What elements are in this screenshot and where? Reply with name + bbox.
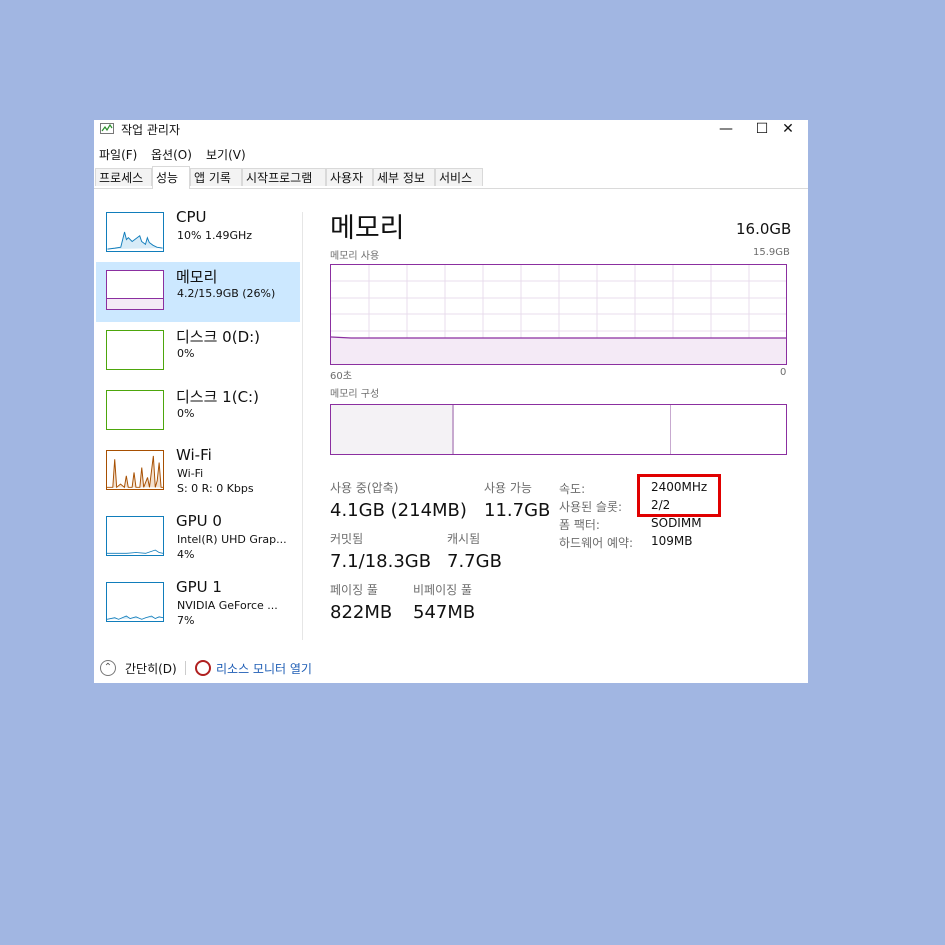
tab-bar: 프로세스 성능 앱 기록 시작프로그램 사용자 세부 정보 서비스: [94, 166, 808, 189]
window-title: 작업 관리자: [121, 123, 181, 137]
composition-modified: [453, 405, 454, 454]
sidebar-wifi-adapter: Wi-Fi: [177, 467, 204, 480]
gpu1-thumbnail-graph: [106, 582, 164, 622]
sidebar-item-gpu1[interactable]: GPU 1 NVIDIA GeForce ... 7%: [96, 574, 300, 634]
sidebar-disk0-usage: 0%: [177, 347, 195, 360]
disk0-thumbnail-graph: [106, 330, 164, 370]
memory-usage-graph-label: 메모리 사용: [330, 251, 380, 262]
chevron-up-icon[interactable]: ⌃: [100, 660, 116, 676]
speed-label: 속도:: [559, 482, 586, 496]
committed-value: 7.1/18.3GB: [330, 551, 432, 572]
tab-performance[interactable]: 성능: [152, 166, 190, 189]
page-title: 메모리: [330, 213, 405, 244]
title-bar: 작업 관리자 — ☐ ✕: [94, 120, 808, 142]
sidebar-gpu1-model: NVIDIA GeForce ...: [177, 599, 278, 612]
in-use-label: 사용 중(압축): [330, 481, 399, 495]
hardware-reserved-label: 하드웨어 예약:: [559, 536, 634, 550]
highlight-box: [637, 474, 721, 517]
sidebar-memory-label: 메모리: [176, 268, 218, 286]
available-label: 사용 가능: [484, 481, 532, 495]
menu-view[interactable]: 보기(V): [206, 146, 246, 163]
form-factor-label: 폼 팩터:: [559, 518, 600, 532]
memory-composition-label: 메모리 구성: [330, 389, 380, 400]
minimize-button[interactable]: —: [706, 120, 746, 140]
hardware-reserved-value: 109MB: [651, 534, 693, 548]
cpu-thumbnail-graph: [106, 212, 164, 252]
memory-usage-graph-max: 15.9GB: [753, 247, 790, 258]
memory-thumbnail-graph: [106, 270, 164, 310]
available-value: 11.7GB: [484, 500, 551, 521]
gpu0-thumbnail-graph: [106, 516, 164, 556]
sidebar-cpu-usage: 10% 1.49GHz: [177, 229, 253, 242]
sidebar-wifi-throughput: S: 0 R: 0 Kbps: [177, 482, 254, 495]
sidebar-gpu0-model: Intel(R) UHD Grap...: [177, 533, 287, 546]
footer-bar: ⌃ 간단히(D) 리소스 모니터 열기: [94, 655, 808, 681]
tab-startup[interactable]: 시작프로그램: [242, 168, 326, 186]
graph-x-left-label: 60초: [330, 371, 352, 382]
composition-in-use: [331, 405, 453, 454]
tab-processes[interactable]: 프로세스: [95, 168, 152, 186]
in-use-value: 4.1GB (214MB): [330, 500, 467, 521]
open-resource-monitor-link[interactable]: 리소스 모니터 열기: [216, 660, 312, 677]
sidebar-item-wifi[interactable]: Wi-Fi Wi-Fi S: 0 R: 0 Kbps: [96, 442, 300, 502]
footer-divider: [185, 661, 186, 675]
memory-total: 16.0GB: [736, 220, 792, 238]
sidebar-item-disk1[interactable]: 디스크 1(C:) 0%: [96, 382, 300, 442]
menu-file[interactable]: 파일(F): [99, 146, 137, 163]
memory-composition-bar: [330, 404, 787, 455]
form-factor-value: SODIMM: [651, 516, 702, 530]
task-manager-window: 작업 관리자 — ☐ ✕ 파일(F) 옵션(O) 보기(V) 프로세스 성능 앱…: [94, 120, 808, 683]
sidebar-cpu-label: CPU: [176, 208, 207, 226]
nonpaged-pool-value: 547MB: [413, 602, 476, 623]
sidebar-memory-usage: 4.2/15.9GB (26%): [177, 287, 276, 300]
resource-monitor-icon[interactable]: [195, 660, 211, 676]
sidebar-disk0-label: 디스크 0(D:): [176, 328, 261, 346]
sidebar-disk1-label: 디스크 1(C:): [176, 388, 259, 406]
cached-label: 캐시됨: [447, 532, 481, 546]
memory-usage-graph: [330, 264, 787, 365]
disk1-thumbnail-graph: [106, 390, 164, 430]
task-manager-icon: [100, 123, 114, 134]
sidebar-gpu1-label: GPU 1: [176, 578, 222, 596]
committed-label: 커밋됨: [330, 532, 364, 546]
paged-pool-value: 822MB: [330, 602, 393, 623]
sidebar-divider[interactable]: [302, 212, 303, 640]
sidebar-item-gpu0[interactable]: GPU 0 Intel(R) UHD Grap... 4%: [96, 508, 300, 568]
tab-app-history[interactable]: 앱 기록: [190, 168, 242, 186]
cached-value: 7.7GB: [447, 551, 502, 572]
composition-standby-boundary: [670, 405, 671, 454]
wifi-thumbnail-graph: [106, 450, 164, 490]
close-button[interactable]: ✕: [768, 120, 808, 140]
tab-services[interactable]: 서비스: [435, 168, 483, 186]
sidebar-gpu1-usage: 7%: [177, 614, 195, 627]
sidebar-item-disk0[interactable]: 디스크 0(D:) 0%: [96, 322, 300, 382]
sidebar-item-cpu[interactable]: CPU 10% 1.49GHz: [96, 204, 300, 264]
fewer-details-link[interactable]: 간단히(D): [125, 660, 177, 677]
tab-details[interactable]: 세부 정보: [373, 168, 435, 186]
paged-pool-label: 페이징 풀: [330, 583, 378, 597]
sidebar-item-memory[interactable]: 메모리 4.2/15.9GB (26%): [96, 262, 300, 322]
menu-options[interactable]: 옵션(O): [151, 146, 192, 163]
sidebar-gpu0-usage: 4%: [177, 548, 195, 561]
graph-x-right-label: 0: [780, 367, 787, 378]
sidebar-disk1-usage: 0%: [177, 407, 195, 420]
tab-users[interactable]: 사용자: [326, 168, 373, 186]
sidebar-wifi-label: Wi-Fi: [176, 446, 212, 464]
nonpaged-pool-label: 비페이징 풀: [413, 583, 473, 597]
slots-label: 사용된 슬롯:: [559, 500, 623, 514]
sidebar-gpu0-label: GPU 0: [176, 512, 222, 530]
